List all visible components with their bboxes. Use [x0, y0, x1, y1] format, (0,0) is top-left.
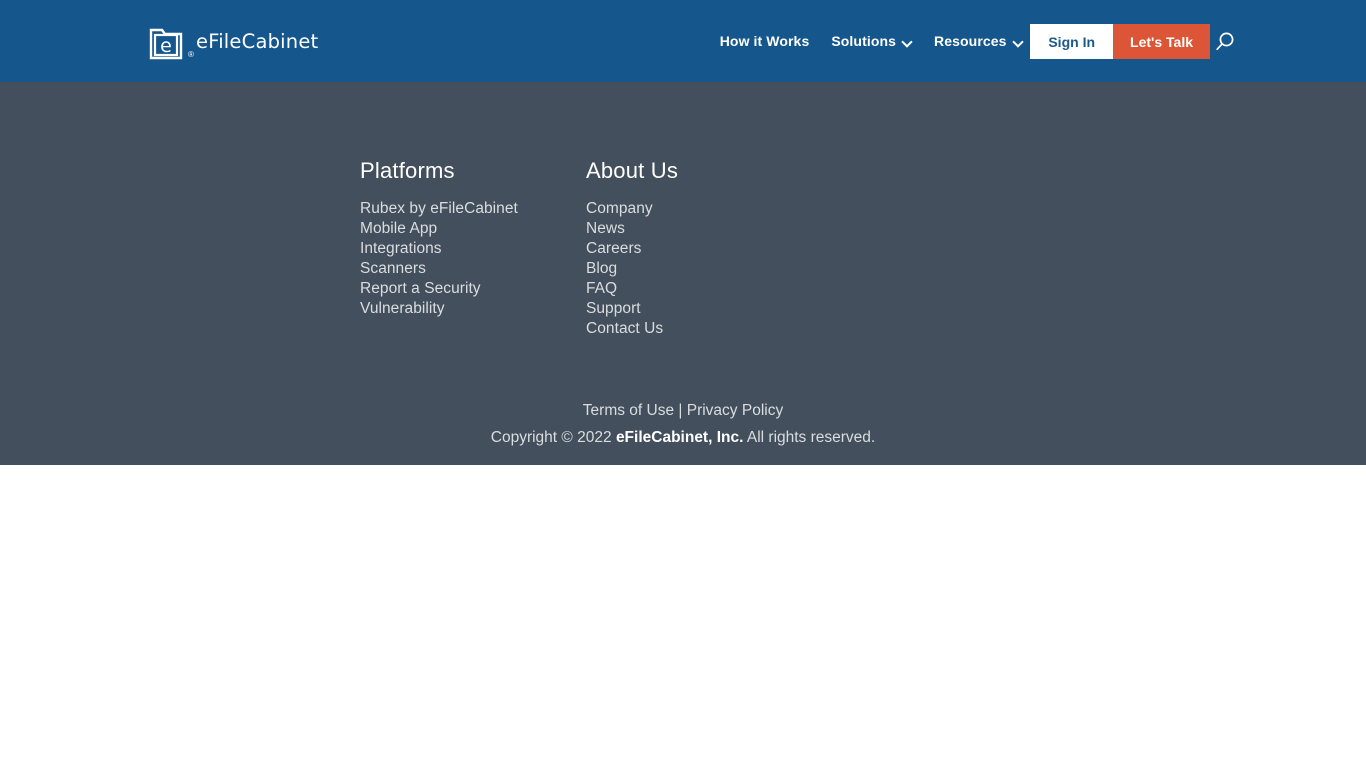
site-footer: Platforms Rubex by eFileCabinet Mobile A…: [0, 82, 1366, 465]
copyright-prefix: Copyright © 2022: [490, 429, 612, 446]
footer-link-report-security[interactable]: Report a Security: [360, 279, 586, 299]
nav-item-how-it-works[interactable]: How it Works: [709, 33, 821, 49]
footer-link-scanners[interactable]: Scanners: [360, 259, 586, 279]
privacy-policy-link[interactable]: Privacy Policy: [687, 402, 783, 419]
footer-heading-platforms: Platforms: [360, 158, 455, 183]
legal-links-line: Terms of Use | Privacy Policy: [0, 397, 1366, 424]
copyright-rights: All rights reserved.: [746, 429, 876, 446]
chevron-down-icon: [903, 37, 912, 46]
svg-text:e: e: [160, 35, 172, 57]
header-actions: Sign In Let's Talk: [1030, 24, 1210, 59]
footer-column-platforms: Platforms Rubex by eFileCabinet Mobile A…: [360, 158, 586, 319]
sign-in-button[interactable]: Sign In: [1030, 24, 1114, 59]
footer-link-contact-us[interactable]: Contact Us: [586, 319, 826, 339]
site-header: e ® eFileCabinet How it Works Solutions …: [0, 0, 1366, 82]
search-icon[interactable]: [1213, 30, 1237, 54]
footer-link-careers[interactable]: Careers: [586, 239, 826, 259]
footer-link-rubex[interactable]: Rubex by eFileCabinet: [360, 199, 586, 219]
lets-talk-button[interactable]: Let's Talk: [1113, 24, 1210, 59]
page-root: e ® eFileCabinet How it Works Solutions …: [0, 0, 1366, 768]
footer-columns: Platforms Rubex by eFileCabinet Mobile A…: [360, 158, 826, 339]
footer-link-faq[interactable]: FAQ: [586, 279, 826, 299]
footer-link-blog[interactable]: Blog: [586, 259, 826, 279]
site-logo[interactable]: e ® eFileCabinet: [148, 21, 318, 61]
nav-item-resources[interactable]: Resources: [923, 33, 1034, 49]
footer-link-mobile-app[interactable]: Mobile App: [360, 219, 586, 239]
efilecabinet-folder-e-logo-icon: e ®: [148, 21, 194, 61]
nav-item-label: How it Works: [719, 33, 810, 49]
nav-item-label: Resources: [934, 33, 1007, 49]
site-logo-text: eFileCabinet: [196, 29, 319, 53]
registered-mark: ®: [188, 50, 194, 59]
nav-item-solutions[interactable]: Solutions: [820, 33, 923, 49]
header-inner: e ® eFileCabinet How it Works Solutions …: [0, 0, 1366, 82]
terms-of-use-link[interactable]: Terms of Use: [583, 402, 674, 419]
copyright-company: eFileCabinet, Inc.: [615, 429, 744, 446]
footer-link-integrations[interactable]: Integrations: [360, 239, 586, 259]
nav-item-label: Solutions: [831, 33, 897, 49]
footer-link-vulnerability[interactable]: Vulnerability: [360, 299, 586, 319]
chevron-down-icon: [1014, 37, 1023, 46]
footer-heading-about-us: About Us: [586, 158, 679, 183]
legal-separator: |: [674, 402, 687, 419]
footer-link-support[interactable]: Support: [586, 299, 826, 319]
footer-legal: Terms of Use | Privacy Policy Copyright …: [0, 397, 1366, 451]
footer-link-news[interactable]: News: [586, 219, 826, 239]
copyright-line: Copyright © 2022 eFileCabinet, Inc. All …: [0, 424, 1366, 451]
footer-link-company[interactable]: Company: [586, 199, 826, 219]
footer-column-about-us: About Us Company News Careers Blog FAQ S…: [586, 158, 826, 339]
